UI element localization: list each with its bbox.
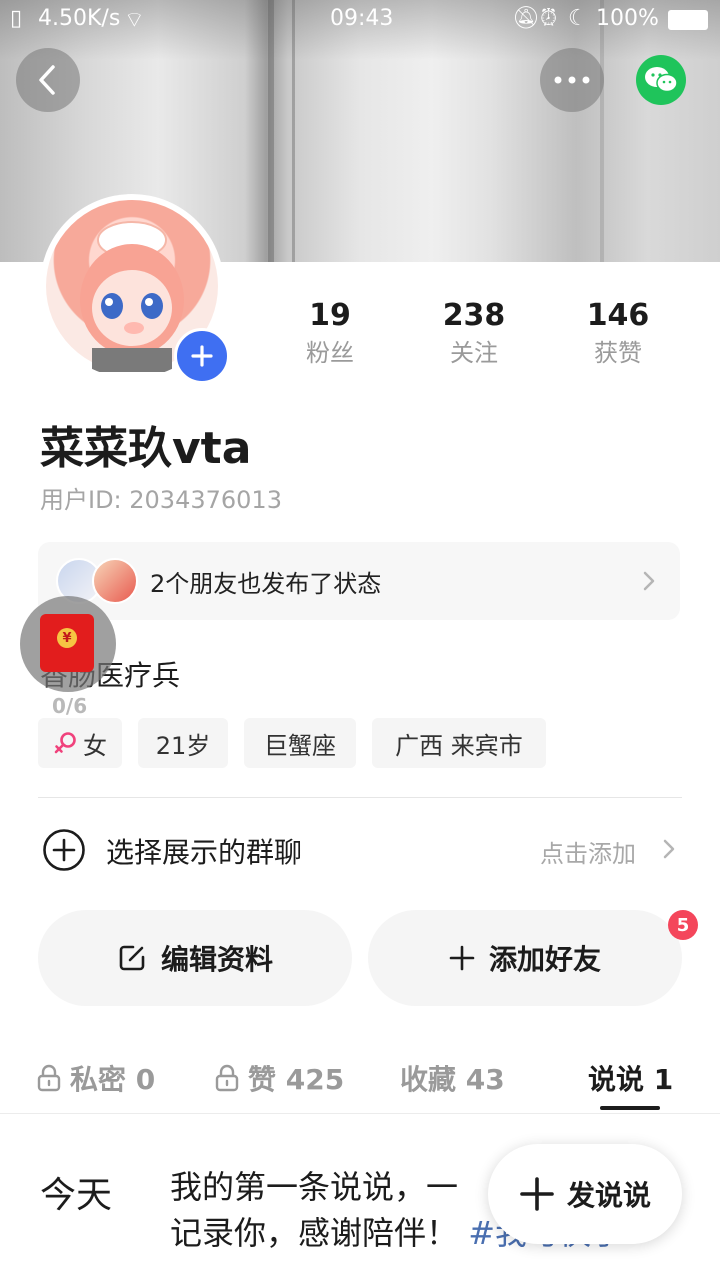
edit-profile-label: 编辑资料 — [160, 943, 273, 976]
plus-icon — [191, 345, 213, 367]
back-button[interactable] — [16, 48, 80, 112]
add-avatar-button[interactable] — [174, 328, 230, 384]
more-button[interactable] — [540, 48, 604, 112]
status-bar: ▯ 4.50K/s ⌔ 09:43 🔕︎ ⏰︎ ☾ 100% — [0, 0, 720, 38]
tab-favorites[interactable]: 收藏 43 — [400, 1058, 505, 1098]
chevron-left-icon — [39, 65, 55, 95]
friend-avatar — [92, 558, 138, 604]
post-text-line: 记录你，感谢陪伴！ — [170, 1214, 459, 1252]
red-packet-button[interactable]: ¥ — [20, 596, 116, 692]
alarm-icon: ⏰︎ — [540, 6, 558, 31]
group-row-label: 选择展示的群聊 — [106, 836, 303, 869]
tab-moments[interactable]: 说说 1 — [588, 1058, 673, 1098]
add-circle-icon — [43, 829, 85, 871]
wifi-icon: ⌔ — [124, 8, 145, 33]
more-dots-icon — [554, 76, 590, 84]
stat-likes[interactable]: 146 获赞 — [558, 298, 678, 368]
stat-label: 粉丝 — [306, 339, 354, 367]
moon-icon: ☾ — [568, 6, 588, 31]
nickname: 菜菜玖vta — [40, 423, 252, 474]
tab-private[interactable]: 私密 0 — [36, 1058, 155, 1098]
stat-value: 238 — [442, 298, 506, 333]
tab-likes[interactable]: 赞 425 — [214, 1058, 344, 1098]
add-friend-button[interactable]: 添加好友 — [368, 910, 682, 1006]
user-id: 用户ID: 2034376013 — [40, 486, 282, 514]
location-tag: 广西 来宾市 — [372, 718, 546, 768]
clock: 09:43 — [330, 6, 394, 31]
gender-tag: 女 — [38, 718, 122, 768]
tab-label: 私密 0 — [70, 1063, 156, 1096]
plus-icon — [449, 945, 475, 971]
sim-icon: ▯ — [10, 6, 23, 31]
publish-moment-button[interactable]: 发说说 — [488, 1144, 682, 1244]
group-row-action[interactable]: 点击添加 — [540, 834, 636, 869]
red-packet-counter: 0/6 — [52, 694, 88, 718]
tab-label: 收藏 43 — [400, 1063, 505, 1096]
plus-icon — [520, 1177, 554, 1211]
red-packet-icon: ¥ — [40, 614, 94, 672]
publish-label: 发说说 — [566, 1179, 651, 1212]
battery-level: 100% — [596, 6, 659, 31]
divider — [0, 1113, 720, 1114]
lock-icon — [215, 1064, 239, 1092]
age-tag: 21岁 — [138, 718, 228, 768]
notification-badge: 5 — [668, 910, 698, 940]
zodiac-tag: 巨蟹座 — [244, 718, 356, 768]
divider — [38, 797, 682, 798]
edit-icon — [119, 945, 145, 971]
stat-following[interactable]: 238 关注 — [414, 298, 534, 368]
stat-value: 19 — [309, 298, 351, 333]
stat-fans[interactable]: 19 粉丝 — [270, 298, 390, 368]
female-icon — [54, 732, 76, 754]
active-tab-indicator — [600, 1106, 660, 1110]
stat-label: 获赞 — [594, 339, 642, 367]
wechat-share-button[interactable] — [636, 55, 686, 105]
network-speed: 4.50K/s — [38, 6, 121, 31]
friends-status-text: 2个朋友也发布了状态 — [150, 570, 382, 598]
gender-label: 女 — [83, 731, 107, 760]
post-date: 今天 — [40, 1175, 113, 1216]
stat-value: 146 — [586, 298, 650, 333]
tab-label: 赞 425 — [248, 1063, 345, 1096]
edit-profile-button[interactable]: 编辑资料 — [38, 910, 352, 1006]
add-friend-label: 添加好友 — [488, 943, 601, 976]
mute-icon: 🔕︎ — [512, 6, 540, 31]
lock-icon — [37, 1064, 61, 1092]
chevron-right-icon — [663, 839, 675, 859]
wechat-icon — [645, 67, 678, 93]
battery-icon — [668, 10, 708, 30]
stat-label: 关注 — [450, 339, 498, 367]
friends-status-bar[interactable]: 2个朋友也发布了状态 — [38, 542, 680, 620]
tab-label: 说说 1 — [588, 1063, 674, 1096]
chevron-right-icon — [643, 571, 655, 591]
